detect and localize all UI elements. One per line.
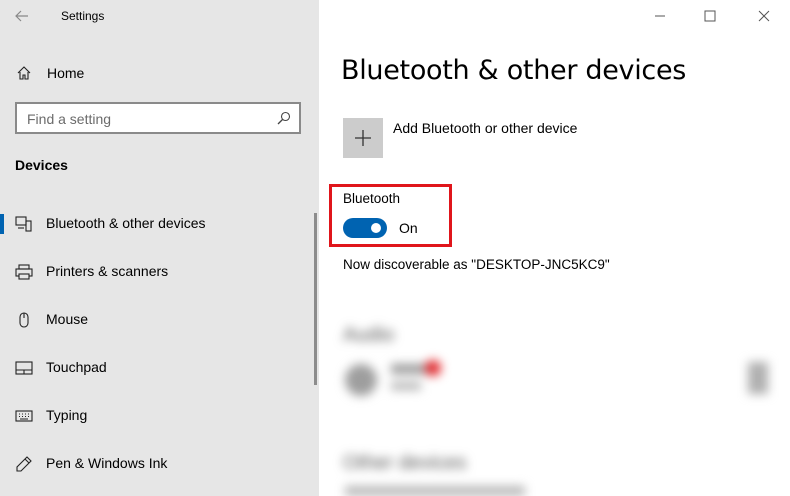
page-title: Bluetooth & other devices — [341, 55, 687, 86]
blurred-device-list: Audio Other devices — [319, 300, 790, 496]
bluetooth-toggle[interactable] — [343, 218, 387, 238]
discoverable-status: Now discoverable as "DESKTOP-JNC5KC9" — [343, 257, 610, 272]
sidebar-item-label: Typing — [46, 407, 88, 423]
toggle-state-label: On — [399, 220, 418, 236]
close-icon — [758, 10, 770, 22]
title-bar: Settings — [0, 0, 319, 32]
sidebar-scrollbar[interactable] — [314, 213, 317, 385]
minimize-button[interactable] — [640, 4, 680, 28]
window-controls — [640, 0, 790, 32]
add-device-button[interactable] — [343, 118, 383, 158]
sidebar-item-printers[interactable]: Printers & scanners — [0, 252, 316, 292]
close-button[interactable] — [744, 4, 784, 28]
plus-icon — [355, 130, 371, 146]
minimize-icon — [655, 15, 665, 17]
keyboard-icon — [15, 410, 33, 422]
back-arrow-icon — [15, 10, 28, 22]
search-input[interactable]: Find a setting — [15, 102, 301, 134]
sidebar-item-pen[interactable]: Pen & Windows Ink — [0, 444, 316, 484]
sidebar-item-label: Touchpad — [46, 359, 107, 375]
touchpad-icon — [15, 361, 33, 375]
home-icon — [17, 66, 31, 80]
section-title: Devices — [15, 157, 68, 173]
bluetooth-devices-icon — [15, 216, 32, 232]
blurred-heading: Audio — [343, 324, 395, 346]
bluetooth-label: Bluetooth — [343, 191, 401, 206]
home-nav-item[interactable]: Home — [0, 56, 319, 90]
search-placeholder: Find a setting — [27, 111, 112, 127]
maximize-button[interactable] — [690, 4, 730, 28]
selection-indicator — [0, 214, 4, 234]
sidebar-item-typing[interactable]: Typing — [0, 396, 316, 436]
sidebar-item-label: Pen & Windows Ink — [46, 455, 168, 471]
maximize-icon — [704, 10, 716, 22]
main-content: Bluetooth & other devices Add Bluetooth … — [319, 0, 790, 496]
app-title: Settings — [61, 9, 105, 23]
device-icon — [345, 364, 377, 396]
blurred-action — [748, 362, 768, 394]
add-device-label[interactable]: Add Bluetooth or other device — [393, 120, 577, 136]
sidebar-item-label: Bluetooth & other devices — [46, 215, 206, 231]
sidebar-item-label: Mouse — [46, 311, 89, 327]
back-button[interactable] — [8, 4, 36, 28]
home-label: Home — [47, 65, 85, 81]
pen-icon — [16, 456, 32, 472]
toggle-knob — [371, 223, 381, 233]
blurred-badge — [425, 360, 441, 376]
blurred-device-status — [391, 382, 421, 390]
sidebar-item-label: Printers & scanners — [46, 263, 169, 279]
blurred-heading: Other devices — [343, 452, 467, 474]
sidebar: Settings Home Find a setting Devices Blu… — [0, 0, 319, 496]
blurred-row — [345, 486, 525, 496]
search-icon — [277, 111, 291, 125]
sidebar-item-bluetooth[interactable]: Bluetooth & other devices — [0, 204, 316, 244]
mouse-icon — [19, 312, 29, 328]
sidebar-item-touchpad[interactable]: Touchpad — [0, 348, 316, 388]
sidebar-item-mouse[interactable]: Mouse — [0, 300, 316, 340]
printer-icon — [15, 264, 33, 280]
